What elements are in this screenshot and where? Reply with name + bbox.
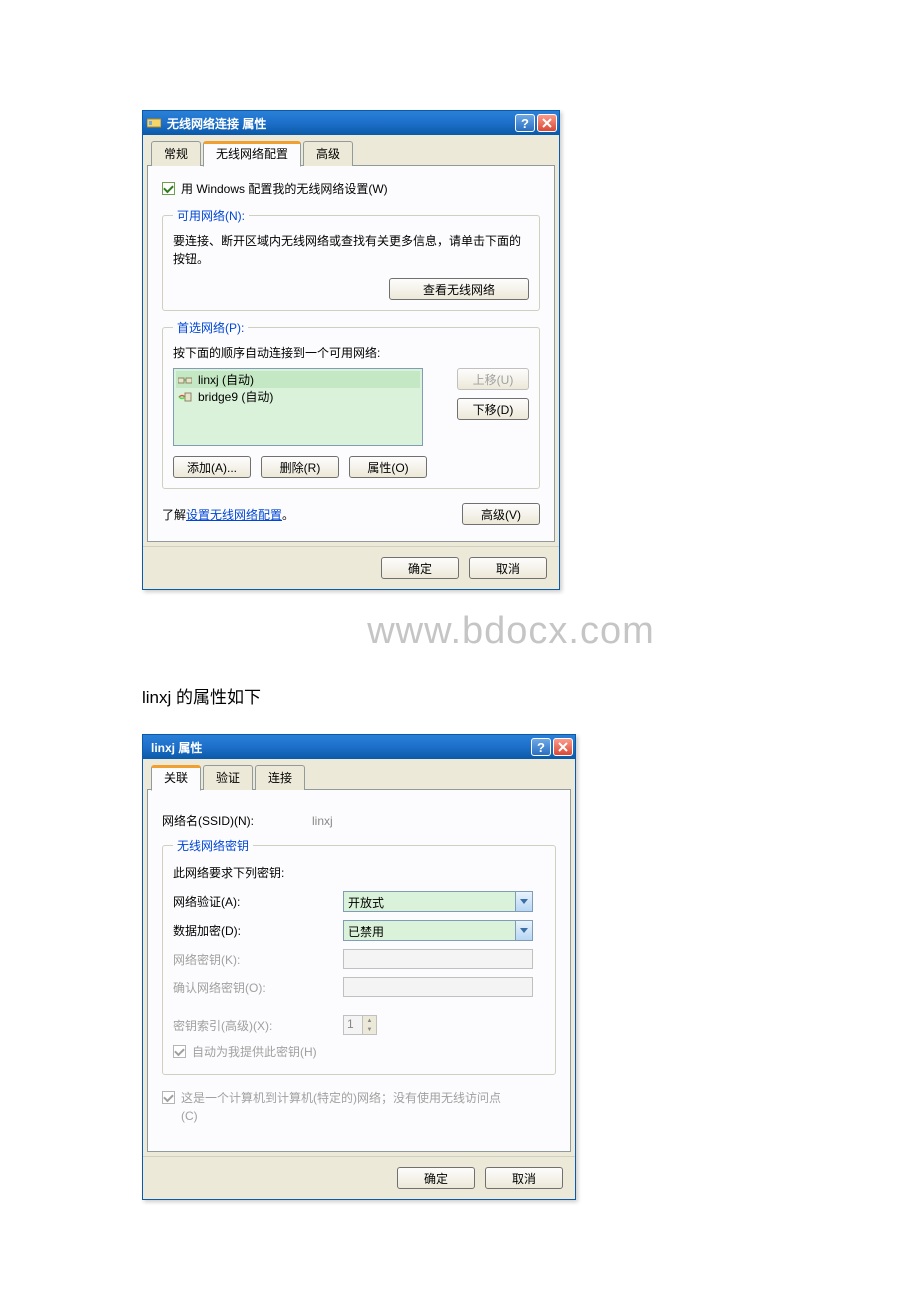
add-button[interactable]: 添加(A)... bbox=[173, 456, 251, 478]
dialog-title: 无线网络连接 属性 bbox=[167, 115, 513, 132]
requires-key-text: 此网络要求下列密钥: bbox=[173, 864, 545, 881]
confirm-key-input bbox=[343, 977, 533, 997]
network-auth-value: 开放式 bbox=[344, 892, 515, 911]
view-wireless-button[interactable]: 查看无线网络 bbox=[389, 278, 529, 300]
available-networks-group: 可用网络(N): 要连接、断开区域内无线网络或查找有关更多信息，请单击下面的按钮… bbox=[162, 207, 540, 311]
tab-association[interactable]: 关联 bbox=[151, 765, 201, 791]
adhoc-checkbox bbox=[162, 1091, 175, 1104]
preferred-networks-legend: 首选网络(P): bbox=[173, 319, 248, 336]
advanced-button[interactable]: 高级(V) bbox=[462, 503, 540, 525]
tab-connection[interactable]: 连接 bbox=[255, 765, 305, 790]
data-encryption-label: 数据加密(D): bbox=[173, 922, 343, 939]
auto-provide-key-label: 自动为我提供此密钥(H) bbox=[192, 1043, 317, 1060]
tab-strip: 常规 无线网络配置 高级 bbox=[147, 139, 555, 166]
cancel-button[interactable]: 取消 bbox=[469, 557, 547, 579]
dialog-icon bbox=[147, 116, 161, 130]
tab-wireless[interactable]: 无线网络配置 bbox=[203, 141, 301, 167]
tab-panel: 网络名(SSID)(N): linxj 无线网络密钥 此网络要求下列密钥: 网络… bbox=[147, 789, 571, 1152]
data-encryption-value: 已禁用 bbox=[344, 921, 515, 940]
help-button[interactable]: ? bbox=[515, 114, 535, 132]
titlebar[interactable]: linxj 属性 ? bbox=[143, 735, 575, 759]
preferred-networks-list[interactable]: linxj (自动) bridge9 (自动) bbox=[173, 368, 423, 446]
auto-provide-key-checkbox bbox=[173, 1045, 186, 1058]
data-encryption-select[interactable]: 已禁用 bbox=[343, 920, 533, 941]
wireless-key-group: 无线网络密钥 此网络要求下列密钥: 网络验证(A): 开放式 数据加密(D): bbox=[162, 837, 556, 1075]
tab-advanced[interactable]: 高级 bbox=[303, 141, 353, 166]
move-up-button[interactable]: 上移(U) bbox=[457, 368, 529, 390]
close-button[interactable] bbox=[553, 738, 573, 756]
tab-authentication[interactable]: 验证 bbox=[203, 765, 253, 790]
key-index-label: 密钥索引(高级)(X): bbox=[173, 1017, 343, 1034]
ok-button[interactable]: 确定 bbox=[397, 1167, 475, 1189]
cancel-button[interactable]: 取消 bbox=[485, 1167, 563, 1189]
network-key-input bbox=[343, 949, 533, 969]
dropdown-arrow-icon bbox=[515, 921, 532, 940]
move-down-button[interactable]: 下移(D) bbox=[457, 398, 529, 420]
properties-button[interactable]: 属性(O) bbox=[349, 456, 427, 478]
list-item-label: linxj (自动) bbox=[198, 371, 254, 388]
use-windows-label: 用 Windows 配置我的无线网络设置(W) bbox=[181, 180, 388, 197]
linxj-properties-dialog: linxj 属性 ? 关联 验证 连接 网络名(SSID)(N): linxj … bbox=[142, 734, 576, 1200]
list-item-label: bridge9 (自动) bbox=[198, 388, 273, 405]
ssid-label: 网络名(SSID)(N): bbox=[162, 812, 312, 829]
wireless-connection-properties-dialog: 无线网络连接 属性 ? 常规 无线网络配置 高级 用 Windows 配置我的无… bbox=[142, 110, 560, 590]
list-item[interactable]: linxj (自动) bbox=[176, 371, 420, 388]
infra-network-icon bbox=[178, 391, 192, 403]
ok-button[interactable]: 确定 bbox=[381, 557, 459, 579]
preferred-networks-text: 按下面的顺序自动连接到一个可用网络: bbox=[173, 344, 529, 362]
learn-link[interactable]: 设置无线网络配置 bbox=[186, 508, 282, 522]
dialog-footer: 确定 取消 bbox=[143, 1156, 575, 1199]
dropdown-arrow-icon bbox=[515, 892, 532, 911]
use-windows-checkbox[interactable] bbox=[162, 182, 175, 195]
wireless-key-legend: 无线网络密钥 bbox=[173, 837, 253, 854]
list-item[interactable]: bridge9 (自动) bbox=[176, 388, 420, 405]
tab-strip: 关联 验证 连接 bbox=[147, 763, 571, 790]
network-key-label: 网络密钥(K): bbox=[173, 951, 343, 968]
remove-button[interactable]: 删除(R) bbox=[261, 456, 339, 478]
confirm-key-label: 确认网络密钥(O): bbox=[173, 979, 343, 996]
dialog-footer: 确定 取消 bbox=[143, 546, 559, 589]
learn-text: 了解设置无线网络配置。 bbox=[162, 506, 294, 523]
preferred-networks-group: 首选网络(P): 按下面的顺序自动连接到一个可用网络: linxj (自动) bbox=[162, 319, 540, 489]
available-networks-text: 要连接、断开区域内无线网络或查找有关更多信息，请单击下面的按钮。 bbox=[173, 232, 529, 268]
watermark-text: www.bdocx.com bbox=[102, 610, 920, 653]
close-button[interactable] bbox=[537, 114, 557, 132]
adhoc-network-icon bbox=[178, 374, 192, 386]
spinner-buttons: ▲▼ bbox=[362, 1016, 376, 1034]
key-index-spinner: 1 ▲▼ bbox=[343, 1015, 377, 1035]
help-button[interactable]: ? bbox=[531, 738, 551, 756]
adhoc-label: 这是一个计算机到计算机(特定的)网络；没有使用无线访问点(C) bbox=[181, 1089, 511, 1125]
available-networks-legend: 可用网络(N): bbox=[173, 207, 249, 224]
tab-panel: 用 Windows 配置我的无线网络设置(W) 可用网络(N): 要连接、断开区… bbox=[147, 165, 555, 542]
key-index-value: 1 bbox=[344, 1016, 362, 1034]
caption-text: linxj 的属性如下 bbox=[142, 683, 920, 708]
dialog-title: linxj 属性 bbox=[151, 739, 529, 756]
network-auth-select[interactable]: 开放式 bbox=[343, 891, 533, 912]
ssid-value: linxj bbox=[312, 814, 333, 828]
tab-general[interactable]: 常规 bbox=[151, 141, 201, 166]
network-auth-label: 网络验证(A): bbox=[173, 893, 343, 910]
titlebar[interactable]: 无线网络连接 属性 ? bbox=[143, 111, 559, 135]
